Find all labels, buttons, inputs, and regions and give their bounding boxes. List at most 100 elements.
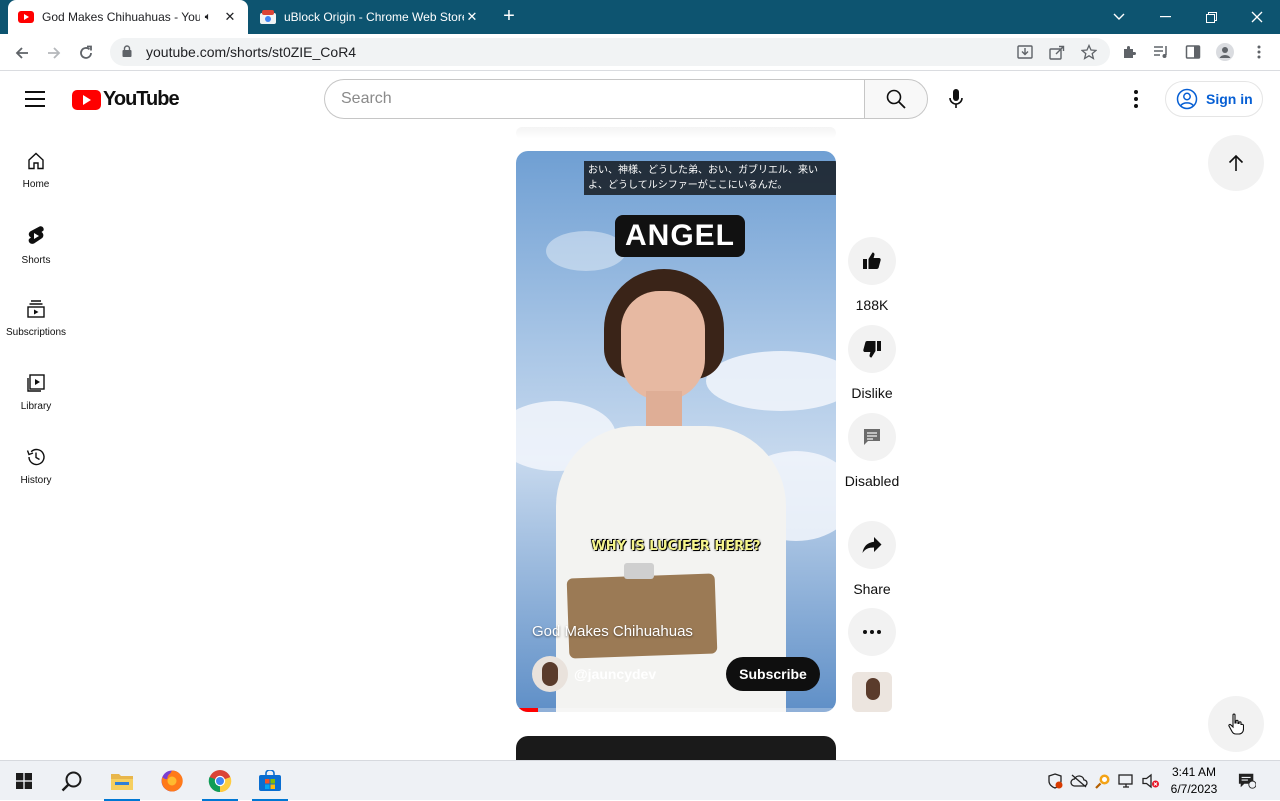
clock-time: 3:41 AM [1171,765,1217,779]
taskbar-search-button[interactable] [52,761,92,801]
comments-action: Disabled [845,413,899,491]
forward-button[interactable] [42,41,66,65]
previous-short-button[interactable] [1208,135,1264,191]
search-icon [61,771,82,792]
firefox-button[interactable] [152,761,192,801]
media-controls-icon[interactable] [1152,43,1170,61]
comments-disabled-label: Disabled [844,473,900,489]
like-button[interactable] [848,237,896,285]
thumbs-up-icon [863,252,881,269]
bookmark-star-icon[interactable] [1080,43,1098,61]
hand-cursor-icon [1228,713,1244,735]
tab-youtube[interactable]: God Makes Chihuahuas - YouTube 🔈︎ ✕ [8,0,248,34]
youtube-play-logo-icon [72,89,101,110]
address-bar[interactable]: youtube.com/shorts/st0ZIE_CoR4 [110,38,1110,66]
short-title[interactable]: God Makes Chihuahuas [532,623,693,640]
like-action: 188K [848,237,896,315]
search-input[interactable]: Search [324,79,865,119]
minimize-button[interactable] [1142,0,1188,34]
guide-item-history[interactable]: History [0,431,72,505]
settings-menu-icon[interactable] [1124,87,1148,111]
tab-title: God Makes Chihuahuas - YouTube [42,10,200,24]
tab-title: uBlock Origin - Chrome Web Store [284,10,464,24]
network-icon[interactable] [1118,772,1136,790]
dislike-action: Dislike [848,325,896,403]
url-text: youtube.com/shorts/st0ZIE_CoR4 [146,44,357,60]
audio-playing-icon[interactable]: 🔈︎ [200,11,216,24]
search-button[interactable] [864,79,928,119]
sign-in-button[interactable]: Sign in [1165,81,1263,117]
side-panel-icon[interactable] [1184,43,1202,61]
back-button[interactable] [10,41,34,65]
clock-date: 6/7/2023 [1170,782,1218,796]
sound-remix-thumbnail[interactable] [852,672,892,712]
history-icon [26,448,45,466]
store-bag-icon [259,770,281,791]
guide-item-library[interactable]: Library [0,357,72,431]
share-action: Share [848,521,896,599]
subscribe-button[interactable]: Subscribe [726,657,820,691]
dislike-label: Dislike [851,385,893,401]
tab-search-icon[interactable] [1096,0,1142,34]
video-cloud [706,351,836,411]
guide-item-shorts[interactable]: Shorts [0,209,72,283]
video-progress-bar[interactable] [516,708,836,712]
close-window-button[interactable] [1234,0,1280,34]
youtube-favicon-icon [18,9,34,25]
onedrive-offline-icon[interactable] [1070,772,1088,790]
notifications-icon[interactable] [1238,772,1256,790]
microsoft-store-button[interactable] [250,761,290,801]
account-circle-icon [1176,88,1198,110]
share-page-icon[interactable] [1048,43,1066,61]
guide-item-home[interactable]: Home [0,135,72,209]
system-clock[interactable]: 3:41 AM 6/7/2023 [1166,764,1222,798]
youtube-logo[interactable]: YouTube [72,88,180,111]
like-count: 188K [855,297,889,313]
video-clipboard-clip [624,563,654,579]
install-app-icon[interactable] [1016,43,1034,61]
channel-avatar[interactable] [532,656,568,692]
firefox-icon [161,770,183,792]
voice-search-button[interactable] [936,79,976,119]
share-button[interactable] [848,521,896,569]
new-tab-button[interactable]: + [500,6,518,26]
dislike-button[interactable] [848,325,896,373]
video-burned-caption: WHY IS LUCIFER HERE? [591,539,761,554]
channel-name[interactable]: @jauncydev [574,666,656,682]
next-short-button[interactable] [1208,696,1264,752]
tab-ublock[interactable]: uBlock Origin - Chrome Web Store ✕ [250,0,490,34]
search-highlight-icon[interactable] [1094,772,1112,790]
shorts-video-player[interactable]: おい、神様、どうした弟、おい、ガブリエル、来いよ、どうしてルシファーがここにいる… [516,151,836,712]
restore-button[interactable] [1188,0,1234,34]
file-explorer-button[interactable] [102,761,142,801]
closed-caption-japanese: おい、神様、どうした弟、おい、ガブリエル、来いよ、どうしてルシファーがここにいる… [584,161,836,195]
defender-security-icon[interactable] [1046,772,1064,790]
chrome-menu-icon[interactable] [1250,43,1268,61]
share-arrow-icon [862,537,882,553]
profile-avatar-icon[interactable] [1216,43,1234,61]
guide-menu-icon[interactable] [25,91,45,107]
chrome-icon [208,770,232,793]
search-icon [886,89,906,109]
search-placeholder: Search [341,90,392,107]
video-overlay-title: ANGEL [615,215,745,257]
tab-close-icon[interactable]: ✕ [222,9,238,25]
lock-icon[interactable] [122,44,136,60]
tab-close-icon[interactable]: ✕ [464,9,480,25]
shorts-icon [28,226,44,244]
reload-button[interactable] [74,41,98,65]
more-action [848,608,896,656]
comments-button[interactable] [848,413,896,461]
chrome-button[interactable] [200,761,240,801]
arrow-up-icon [1228,154,1244,171]
library-icon [27,374,45,392]
next-short-preview[interactable] [516,736,836,760]
folder-icon [111,774,133,790]
extensions-puzzle-icon[interactable] [1120,43,1138,61]
video-clipboard [566,573,718,659]
volume-muted-icon[interactable] [1142,772,1160,790]
more-options-button[interactable] [848,608,896,656]
start-button[interactable] [4,761,44,801]
share-label: Share [853,581,891,597]
guide-item-subscriptions[interactable]: Subscriptions [0,283,72,357]
